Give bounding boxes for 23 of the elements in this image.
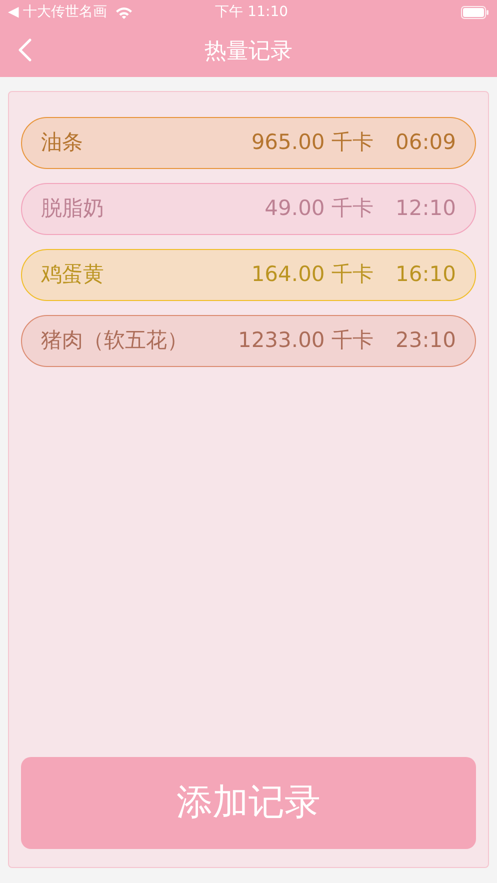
status-app-link[interactable]: ◀ 十大传世名画: [8, 2, 108, 23]
record-item[interactable]: 鸡蛋黄 164.00 千卡 16:10: [21, 249, 476, 301]
record-item[interactable]: 猪肉（软五花） 1233.00 千卡 23:10: [21, 315, 476, 367]
back-button[interactable]: [18, 37, 32, 62]
calories-value: 1233.00 千卡: [238, 327, 374, 354]
record-item[interactable]: 油条 965.00 千卡 06:09: [21, 117, 476, 169]
page-title: 热量记录: [204, 38, 292, 66]
status-time: 下午 11:10: [215, 3, 288, 22]
calories-value: 49.00 千卡: [264, 195, 374, 222]
record-time: 12:10: [395, 195, 456, 222]
add-record-button[interactable]: 添加记录: [21, 757, 476, 849]
calories-value: 164.00 千卡: [251, 261, 374, 288]
calories-value: 965.00 千卡: [251, 129, 374, 156]
record-time: 23:10: [395, 327, 456, 354]
food-name: 脱脂奶: [41, 195, 104, 222]
battery-icon: [461, 6, 489, 19]
record-item[interactable]: 脱脂奶 49.00 千卡 12:10: [21, 183, 476, 235]
food-name: 油条: [41, 129, 83, 156]
wifi-icon: [115, 6, 134, 19]
food-name: 猪肉（软五花）: [41, 327, 188, 354]
record-time: 06:09: [395, 129, 456, 156]
food-name: 鸡蛋黄: [41, 261, 104, 288]
record-time: 16:10: [395, 261, 456, 288]
